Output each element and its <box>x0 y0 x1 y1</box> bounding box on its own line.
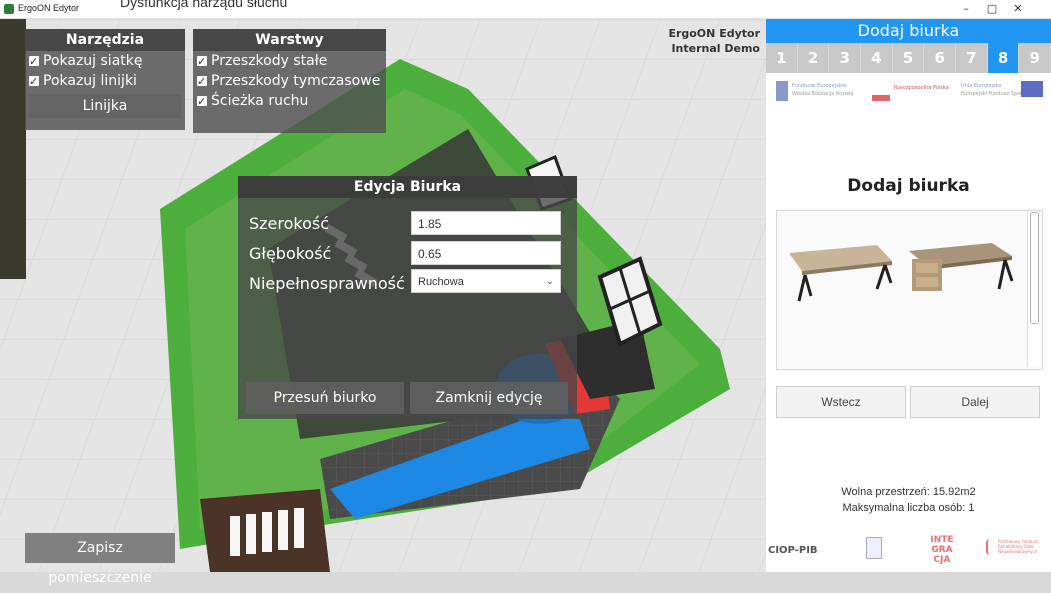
right-panel: Dodaj biurka 1 2 3 4 5 6 7 8 9 Fundusze … <box>766 19 1051 572</box>
demo-label-mode: Internal Demo <box>671 42 760 55</box>
minimize-button[interactable]: – <box>955 2 977 16</box>
checkbox-icon <box>197 72 207 92</box>
tab-step-7[interactable]: 7 <box>956 43 988 73</box>
eu-funds-label: Fundusze Europejskie <box>792 83 847 89</box>
checkbox-icon <box>29 72 39 92</box>
disability-select[interactable]: Ruchowa ⌄ <box>411 269 561 293</box>
fixed-obstacles-checkbox[interactable]: Przeszkody stałe <box>193 51 386 72</box>
edge-object <box>0 19 26 279</box>
tools-panel-title: Narzędzia <box>25 29 185 51</box>
tab-step-3[interactable]: 3 <box>829 43 862 73</box>
movement-path-checkbox[interactable]: Ścieżka ruchu <box>193 91 386 112</box>
width-input[interactable]: 1.85 <box>411 211 561 235</box>
edit-desk-dialog: Edycja Biurka Szerokość 1.85 Głębokość 0… <box>238 176 577 419</box>
depth-label: Głębokość <box>249 244 332 263</box>
tab-step-4[interactable]: 4 <box>861 43 893 73</box>
desk-option-drawers[interactable] <box>909 243 1014 291</box>
layers-panel-title: Warstwy <box>193 29 386 51</box>
footer-logos: CIOP-PIB INTE GRA CJA Państwowy Fundusz … <box>766 535 1051 569</box>
tab-step-8[interactable]: 8 <box>987 43 1020 73</box>
catalog-scrollbar[interactable] <box>1027 211 1040 367</box>
eu-flag-icon <box>1021 81 1043 97</box>
layer-label: Przeszkody tymczasowe <box>211 73 381 89</box>
move-desk-button[interactable]: Przesuń biurko <box>246 382 404 414</box>
eu-funds-logo-icon <box>776 81 788 101</box>
layers-panel: Warstwy Przeszkody stałe Przeszkody tymc… <box>193 29 386 133</box>
show-grid-checkbox[interactable]: Pokazuj siatkę <box>25 51 185 72</box>
tab-step-1[interactable]: 1 <box>766 43 798 73</box>
emblem-icon <box>866 537 882 559</box>
scrollbar-thumb[interactable] <box>1030 212 1039 324</box>
save-room-button[interactable]: Zapisz pomieszczenie <box>25 533 175 586</box>
close-edit-button[interactable]: Zamknij edycję <box>410 382 568 414</box>
eu-label: Unia Europejska <box>961 83 1002 89</box>
next-button[interactable]: Dalej <box>910 386 1040 418</box>
desk-option-simple[interactable] <box>789 245 893 302</box>
ruler-button[interactable]: Linijka <box>29 94 181 118</box>
back-button[interactable]: Wstecz <box>776 386 906 418</box>
disability-select-value: Ruchowa <box>418 276 464 288</box>
pfron-logo: Państwowy Fundusz Rehabilitacji Osób Nie… <box>998 539 1038 554</box>
checkbox-icon <box>29 52 39 72</box>
ciop-pib-logo: CIOP-PIB <box>768 545 818 556</box>
desk-catalog <box>776 210 1043 370</box>
layer-label: Przeszkody stałe <box>211 53 328 69</box>
free-space-text: Wolna przestrzeń: 15.92m2 <box>841 486 976 498</box>
temporary-obstacles-checkbox[interactable]: Przeszkody tymczasowe <box>193 71 386 92</box>
show-grid-label: Pokazuj siatkę <box>43 53 143 69</box>
demo-label: ErgoON Edytor Internal Demo <box>660 26 760 56</box>
chevron-down-icon: ⌄ <box>545 276 554 287</box>
checkbox-icon <box>197 92 207 112</box>
desk-previews <box>789 243 1014 302</box>
poland-flag-icon <box>872 83 890 101</box>
layer-label: Ścieżka ruchu <box>211 93 309 109</box>
edit-dialog-title: Edycja Biurka <box>238 176 577 198</box>
poland-label: Rzeczpospolita Polska <box>894 85 949 91</box>
show-rulers-label: Pokazuj linijki <box>43 73 137 89</box>
tools-panel: Narzędzia Pokazuj siatkę Pokazuj linijki… <box>25 29 185 130</box>
background-window-text: Dysfunkcja narządu słuchu <box>120 0 288 10</box>
right-panel-header: Dodaj biurka <box>766 19 1051 43</box>
integracja-logo: INTE GRA CJA <box>930 535 954 565</box>
depth-input[interactable]: 0.65 <box>411 241 561 265</box>
width-label: Szerokość <box>249 214 330 233</box>
maximize-button[interactable]: ▢ <box>981 2 1003 16</box>
eu-funds-sub: Wiedza Edukacja Rozwój <box>792 91 854 97</box>
app-icon <box>4 4 14 14</box>
eu-funding-logos: Fundusze Europejskie Wiedza Edukacja Roz… <box>776 79 1044 105</box>
step-tabs: 1 2 3 4 5 6 7 8 9 <box>766 43 1051 73</box>
show-rulers-checkbox[interactable]: Pokazuj linijki <box>25 71 185 92</box>
checkbox-icon <box>197 52 207 72</box>
tab-step-6[interactable]: 6 <box>924 43 957 73</box>
pfron-icon <box>986 539 998 555</box>
tab-step-5[interactable]: 5 <box>892 43 925 73</box>
tab-step-9[interactable]: 9 <box>1019 43 1051 73</box>
max-persons-text: Maksymalna liczba osób: 1 <box>842 502 975 514</box>
tab-step-2[interactable]: 2 <box>797 43 830 73</box>
add-desks-title: Dodaj biurka <box>847 176 970 196</box>
close-button[interactable]: ✕ <box>1007 2 1029 16</box>
disability-label: Niepełnosprawność <box>249 274 405 293</box>
window-title: ErgoON Edytor <box>18 3 80 13</box>
demo-label-app: ErgoON Edytor <box>668 27 760 40</box>
